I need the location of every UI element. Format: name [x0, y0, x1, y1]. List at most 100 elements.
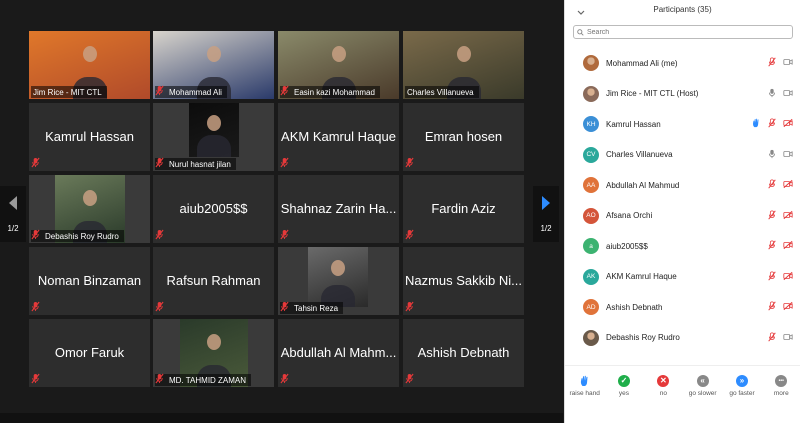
video-tile[interactable]: Charles Villanueva — [403, 31, 524, 99]
participant-row[interactable]: AK AKM Kamrul Haque — [565, 262, 800, 293]
muted-mic-icon — [31, 227, 40, 243]
avatar: AK — [583, 268, 599, 285]
gallery-view: Jim Rice - MIT CTL Mohammad Ali Easin kazi… — [0, 0, 563, 423]
participant-row[interactable]: Jim Rice - MIT CTL (Host) — [565, 79, 800, 110]
page-indicator: 1/2 — [7, 224, 19, 233]
video-tile[interactable]: Easin kazi Mohammad — [278, 31, 399, 99]
tile-footer — [155, 299, 164, 315]
yes-button[interactable]: ✓ yes — [604, 366, 643, 405]
person-silhouette — [206, 45, 221, 62]
participants-panel: Participants (35) Mohammad Ali (me) Jim R… — [564, 0, 800, 423]
tile-footer: Nurul hasnat jilan — [155, 155, 236, 171]
tile-display-name: Kamrul Hassan — [45, 129, 134, 144]
tile-name-label: Charles Villanueva — [407, 87, 474, 97]
video-tile[interactable]: Debashis Roy Rudro — [29, 175, 150, 243]
camera-icon — [783, 54, 793, 72]
participant-row[interactable]: AD Ashish Debnath — [565, 292, 800, 323]
previous-page-button[interactable]: 1/2 — [0, 186, 26, 242]
tile-footer — [31, 373, 40, 386]
fast-forward-icon: » — [735, 374, 748, 387]
person-body — [197, 135, 231, 157]
muted-mic-icon — [405, 299, 414, 315]
person-silhouette — [207, 114, 221, 131]
participant-row[interactable]: a aiub2005$$ — [565, 231, 800, 262]
participant-name: Abdullah Al Mahmud — [606, 180, 680, 190]
tile-name-label: Jim Rice - MIT CTL — [33, 87, 102, 97]
mic-icon — [767, 146, 777, 164]
participant-row[interactable]: CV Charles Villanueva — [565, 140, 800, 171]
muted-mic-icon — [155, 155, 164, 171]
participant-row[interactable]: Debashis Roy Rudro — [565, 323, 800, 354]
go-faster-button[interactable]: » go faster — [722, 366, 761, 405]
muted-mic-icon — [405, 155, 414, 171]
camera-off-icon — [783, 298, 793, 316]
video-tile[interactable]: Kamrul Hassan — [29, 103, 150, 171]
video-tile[interactable]: MD. TAHMID ZAMAN — [153, 319, 274, 387]
muted-mic-icon — [155, 299, 164, 315]
participant-status-icons — [767, 207, 793, 225]
tile-name-label: Nurul hasnat jilan — [169, 159, 231, 169]
mic-muted-icon — [767, 54, 777, 72]
video-tile[interactable]: Mohammad Ali — [153, 31, 274, 99]
avatar: AO — [583, 207, 599, 224]
raise-hand-icon — [579, 375, 591, 387]
no-button[interactable]: ✕ no — [644, 366, 683, 405]
participants-title: Participants (35) — [653, 5, 712, 14]
participant-list: Mohammad Ali (me) Jim Rice - MIT CTL (Hos… — [565, 48, 800, 358]
avatar — [583, 85, 599, 102]
participant-row[interactable]: Mohammad Ali (me) — [565, 48, 800, 79]
go-slower-button[interactable]: « go slower — [683, 366, 722, 405]
video-tile[interactable]: Tahsin Reza — [278, 247, 399, 315]
tile-name-label: Easin kazi Mohammad — [294, 87, 375, 97]
video-tile[interactable]: Ashish Debnath — [403, 319, 524, 387]
zoom-meeting-window: Jim Rice - MIT CTL Mohammad Ali Easin kazi… — [0, 0, 800, 423]
mic-muted-icon — [767, 329, 777, 347]
more-button[interactable]: ••• more — [762, 366, 800, 405]
muted-mic-icon — [280, 371, 289, 387]
participant-status-icons — [767, 176, 793, 194]
person-silhouette — [331, 45, 346, 62]
collapse-chevron-icon[interactable] — [577, 3, 585, 21]
video-tile[interactable]: Emran hosen — [403, 103, 524, 171]
camera-off-icon — [783, 115, 793, 133]
action-label: go slower — [688, 389, 717, 397]
video-tile[interactable]: Fardin Aziz — [403, 175, 524, 243]
action-label: go faster — [729, 389, 755, 397]
participant-status-icons — [767, 329, 793, 347]
next-page-button[interactable]: 1/2 — [533, 186, 559, 242]
participant-row[interactable]: AA Abdullah Al Mahmud — [565, 170, 800, 201]
camera-icon — [783, 146, 793, 164]
participant-row[interactable]: AO Afsana Orchi — [565, 201, 800, 232]
muted-mic-icon — [280, 227, 289, 243]
video-tile[interactable]: Shahnaz Zarin Ha... — [278, 175, 399, 243]
person-silhouette — [82, 45, 97, 62]
video-tile[interactable]: Nazmus Sakkib Ni... — [403, 247, 524, 315]
camera-icon — [783, 329, 793, 347]
camera-off-icon — [783, 207, 793, 225]
video-tile[interactable]: Omor Faruk — [29, 319, 150, 387]
tile-display-name: Ashish Debnath — [417, 345, 510, 360]
participant-status-icons — [751, 115, 793, 133]
muted-mic-icon — [155, 227, 164, 243]
video-tile[interactable]: Noman Binzaman — [29, 247, 150, 315]
close-icon: ✕ — [657, 374, 670, 387]
mic-icon — [767, 85, 777, 103]
tile-display-name: aiub2005$$ — [179, 201, 248, 216]
search-input[interactable] — [587, 28, 777, 36]
video-tile[interactable]: aiub2005$$ — [153, 175, 274, 243]
search-box[interactable] — [573, 25, 793, 39]
video-tile[interactable]: Abdullah Al Mahm... — [278, 319, 399, 387]
muted-mic-icon — [31, 299, 40, 315]
search-icon — [577, 23, 584, 41]
participant-row[interactable]: KH Kamrul Hassan — [565, 109, 800, 140]
video-tile[interactable]: Jim Rice - MIT CTL — [29, 31, 150, 99]
video-tile[interactable]: Nurul hasnat jilan — [153, 103, 274, 171]
person-silhouette — [83, 189, 97, 206]
tile-display-name: Omor Faruk — [54, 345, 125, 360]
video-tile[interactable]: AKM Kamrul Haque — [278, 103, 399, 171]
camera-off-icon — [783, 176, 793, 194]
raise-hand-button[interactable]: raise hand — [565, 366, 604, 405]
participants-header: Participants (35) — [565, 0, 800, 19]
video-tile[interactable]: Rafsun Rahman — [153, 247, 274, 315]
tile-name-label: Mohammad Ali — [169, 87, 222, 97]
